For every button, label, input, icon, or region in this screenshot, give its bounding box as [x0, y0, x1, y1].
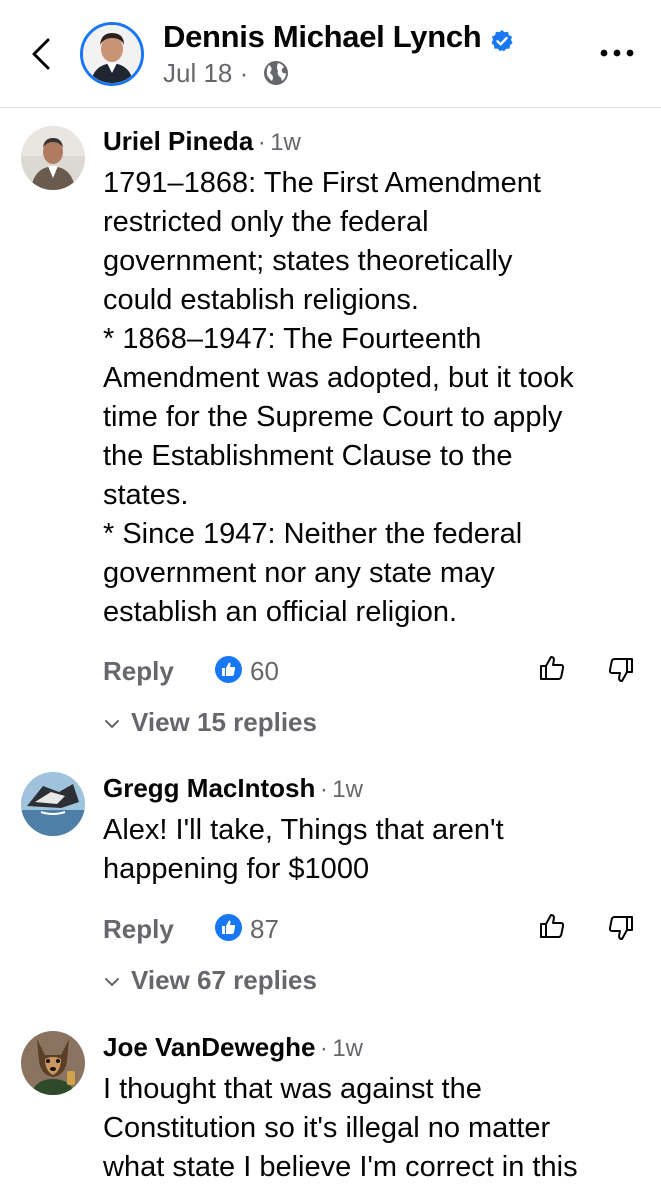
view-replies-button[interactable]: View 15 replies — [103, 707, 317, 738]
comment-line: government; states theoretically — [103, 245, 513, 277]
comment-header: Gregg MacIntosh · 1w — [103, 773, 363, 804]
view-replies-label: View 67 replies — [131, 965, 317, 995]
comment-time[interactable]: 1w — [332, 776, 363, 803]
comment-line: Constitution so it's illegal no matter — [103, 1112, 551, 1144]
comment-line: 1791–1868: The First Amendment — [103, 167, 541, 199]
comment-line: establish an official religion. — [103, 596, 458, 628]
back-button[interactable] — [22, 32, 62, 76]
author-avatar[interactable] — [80, 22, 144, 86]
comment-author[interactable]: Gregg MacIntosh — [103, 773, 315, 803]
view-replies-button[interactable]: View 67 replies — [103, 965, 317, 996]
meta-separator: · — [319, 1035, 328, 1062]
thumbs-up-icon[interactable] — [537, 911, 567, 941]
commenter-avatar[interactable] — [21, 126, 85, 190]
post-meta: Jul 18 · — [163, 58, 248, 89]
meta-separator: · — [257, 129, 266, 156]
commenter-avatar[interactable] — [21, 772, 85, 836]
comment-line: * Since 1947: Neither the federal — [103, 518, 523, 550]
meta-separator: · — [319, 776, 328, 803]
more-options-button[interactable] — [598, 45, 636, 61]
verified-badge-icon — [491, 30, 513, 52]
post-date[interactable]: Jul 18 — [163, 58, 232, 88]
comment-line: time for the Supreme Court to apply — [103, 401, 563, 433]
comment-header: Uriel Pineda · 1w — [103, 126, 301, 157]
thumbs-down-icon[interactable] — [606, 913, 636, 943]
comment-line: what state I believe I'm correct in this — [103, 1151, 578, 1183]
meta-separator: · — [239, 58, 249, 88]
chevron-down-icon — [105, 720, 119, 729]
reply-button[interactable]: Reply — [103, 656, 174, 687]
comment-text: I thought that was against the Constitut… — [103, 1070, 648, 1187]
like-count[interactable]: 60 — [250, 656, 279, 687]
comment-time[interactable]: 1w — [332, 1035, 363, 1062]
like-badge-icon — [215, 656, 242, 683]
comment-line: Alex! I'll take, Things that aren't — [103, 814, 504, 846]
comment-line: states. — [103, 479, 189, 511]
comment-line: could establish religions. — [103, 284, 419, 316]
comment-time[interactable]: 1w — [270, 129, 301, 156]
comment-author[interactable]: Joe VanDeweghe — [103, 1032, 315, 1062]
commenter-avatar[interactable] — [21, 1031, 85, 1095]
comment-header: Joe VanDeweghe · 1w — [103, 1032, 363, 1063]
view-replies-label: View 15 replies — [131, 707, 317, 737]
like-badge-icon — [215, 914, 242, 941]
thumbs-up-icon[interactable] — [537, 653, 567, 683]
thumbs-down-icon[interactable] — [606, 655, 636, 685]
comment-line: happening for $1000 — [103, 853, 370, 885]
comment-text: 1791–1868: The First Amendment restricte… — [103, 164, 648, 632]
chevron-down-icon — [105, 978, 119, 987]
like-count[interactable]: 87 — [250, 914, 279, 945]
comment-line: the Establishment Clause to the — [103, 440, 513, 472]
author-name[interactable]: Dennis Michael Lynch — [163, 19, 482, 55]
comment-line: * 1868–1947: The Fourteenth — [103, 323, 482, 355]
comment-author[interactable]: Uriel Pineda — [103, 126, 253, 156]
comment-line: Amendment was adopted, but it took — [103, 362, 574, 394]
globe-icon — [264, 61, 288, 85]
comment-line: I thought that was against the — [103, 1073, 482, 1105]
reply-button[interactable]: Reply — [103, 914, 174, 945]
comment-line: government nor any state may — [103, 557, 495, 589]
post-header: Dennis Michael Lynch Jul 18 · — [0, 0, 661, 108]
comment-text: Alex! I'll take, Things that aren't happ… — [103, 811, 648, 889]
comment-line: restricted only the federal — [103, 206, 429, 238]
